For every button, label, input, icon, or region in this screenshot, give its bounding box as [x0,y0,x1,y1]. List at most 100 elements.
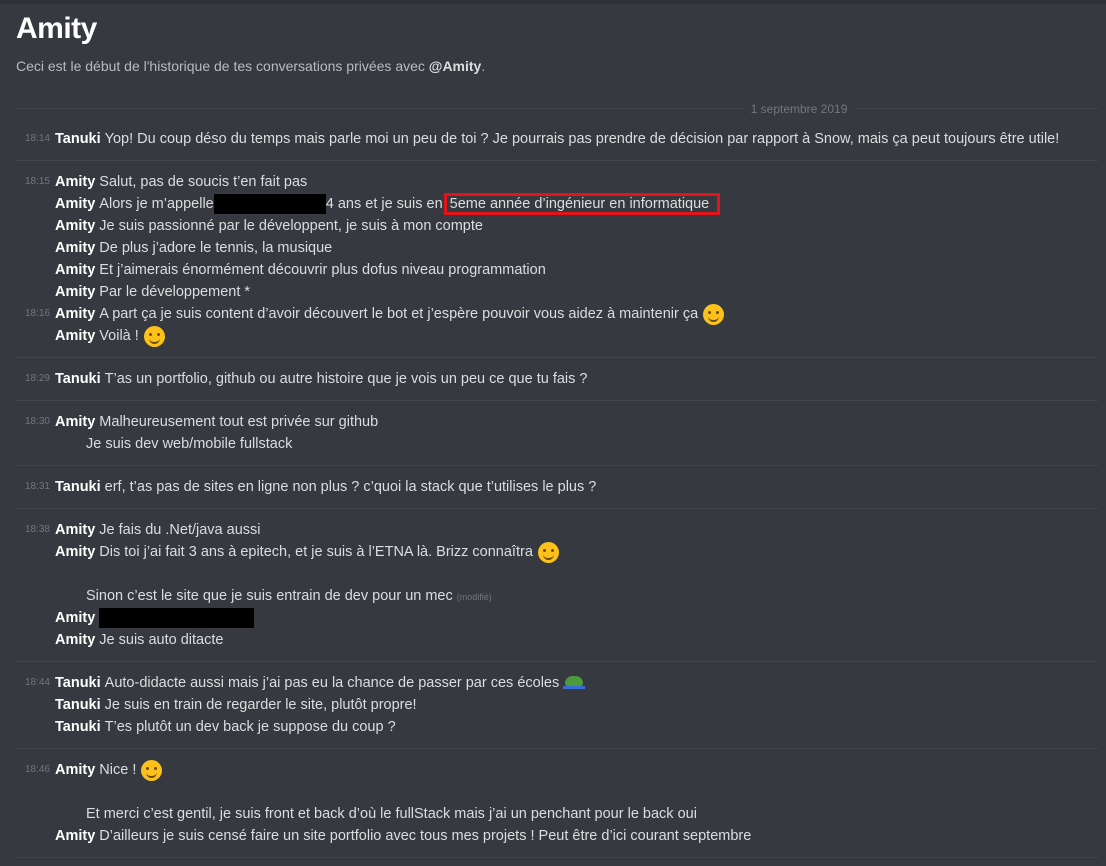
message-line[interactable] [16,781,1098,803]
message-line[interactable]: Je suis dev web/mobile fullstack [16,433,1098,455]
message-line[interactable]: Amity D’ailleurs je suis censé faire un s… [16,825,1098,847]
channel-intro: Ceci est le début de l'historique de tes… [16,58,485,74]
author-name[interactable]: Amity [55,762,95,778]
message-line[interactable]: 18:44 Tanuki Auto-didacte aussi mais j’ai … [16,672,1098,694]
message-body: Tanuki T’es plutôt un dev back je suppose… [55,716,396,738]
message-text: Et merci c’est gentil, je suis front et … [86,806,697,822]
message-group: 18:38 Amity Je fais du .Net/java aussi Amit… [16,509,1098,662]
message-body: Amity Alors je m’appelle 4 ans et je suis … [55,193,721,215]
message-group: 18:15 Amity Salut, pas de soucis t’en fait… [16,161,1098,358]
message-timestamp: 18:30 [24,416,50,427]
message-body: Amity [55,607,255,629]
date-divider: 1 septembre 2019 [16,102,1098,116]
message-line[interactable]: 18:38 Amity Je fais du .Net/java aussi [16,519,1098,541]
message-text: 4 ans et je suis en [325,196,447,212]
author-name[interactable]: Tanuki [55,697,101,713]
author-name[interactable]: Tanuki [55,479,101,495]
message-line[interactable]: 18:30 Amity Malheureusement tout est privé… [16,411,1098,433]
message-line[interactable]: Amity [16,607,1098,629]
edited-label: (modifié) [456,592,492,602]
message-line[interactable]: Et merci c’est gentil, je suis front et … [16,803,1098,825]
message-group: 18:31 Tanuki erf, t’as pas de sites en lig… [16,466,1098,509]
intro-text: Ceci est le début de l'historique de tes… [16,58,429,74]
author-name[interactable]: Amity [55,196,95,212]
author-name[interactable]: Amity [55,306,95,322]
message-body: Et merci c’est gentil, je suis front et … [55,803,697,825]
message-body: Tanuki Yop! Du coup déso du temps mais pa… [55,128,1059,150]
redacted-block [213,194,326,215]
message-body: Tanuki T’as un portfolio, github ou autre… [55,368,588,390]
message-line[interactable]: Sinon c’est le site que je suis entrain … [16,585,1098,607]
message-line[interactable]: Tanuki Je suis en train de regarder le si… [16,694,1098,716]
message-body: Amity Je fais du .Net/java aussi [55,519,261,541]
author-name[interactable]: Amity [55,610,95,626]
message-text: Alors je m’appelle [99,196,214,212]
message-group: 18:46 Amity Nice ! Et merci c’est gentil, j… [16,749,1098,858]
message-line[interactable]: Amity Et j’aimerais énormément découvrir … [16,259,1098,281]
message-text: Et j’aimerais énormément découvrir plus … [99,262,546,278]
message-line[interactable]: Amity Je suis passionné par le développen… [16,215,1098,237]
message-line[interactable]: Amity Dis toi j’ai fait 3 ans à epitech, … [16,541,1098,563]
author-name[interactable]: Amity [55,240,95,256]
message-line[interactable]: Amity Voilà ! [16,325,1098,347]
message-line[interactable]: Amity Alors je m’appelle 4 ans et je suis … [16,193,1098,215]
message-line[interactable]: Amity De plus j’adore le tennis, la musiq… [16,237,1098,259]
user-mention[interactable]: @Amity [429,58,482,74]
message-timestamp: 18:46 [24,764,50,775]
message-text: Sinon c’est le site que je suis entrain … [86,588,453,604]
grin-emoji [143,325,165,347]
author-name[interactable]: Amity [55,414,95,430]
author-name[interactable]: Amity [55,328,95,344]
message-timestamp: 18:14 [24,133,50,144]
date-label: 1 septembre 2019 [742,102,856,116]
message-group: 18:44 Tanuki Auto-didacte aussi mais j’ai … [16,662,1098,749]
author-name[interactable]: Amity [55,522,95,538]
message-text: De plus j’adore le tennis, la musique [99,240,333,256]
message-line[interactable]: Amity Par le développement * [16,281,1098,303]
author-name[interactable]: Amity [55,828,95,844]
author-name[interactable]: Tanuki [55,719,101,735]
author-name[interactable]: Tanuki [55,675,101,691]
message-body: Amity A part ça je suis content d’avoir d… [55,303,725,325]
message-text: erf, t’as pas de sites en ligne non plus… [104,479,597,495]
message-group: 18:30 Amity Malheureusement tout est privé… [16,401,1098,466]
intro-period: . [481,58,486,74]
message-body: Amity D’ailleurs je suis censé faire un s… [55,825,751,847]
message-text: Yop! Du coup déso du temps mais parle mo… [104,131,1060,147]
message-line[interactable]: 18:29 Tanuki T’as un portfolio, github ou … [16,368,1098,390]
message-text: Je fais du .Net/java aussi [99,522,261,538]
message-line[interactable]: Tanuki T’es plutôt un dev back je suppose… [16,716,1098,738]
message-line[interactable]: 18:16 Amity A part ça je suis content d’av… [16,303,1098,325]
message-group: 18:29 Tanuki T’as un portfolio, github ou … [16,358,1098,401]
author-name[interactable]: Amity [55,632,95,648]
message-line[interactable]: 18:15 Amity Salut, pas de soucis t’en fait… [16,171,1098,193]
message-body: Sinon c’est le site que je suis entrain … [55,585,492,608]
top-bar [0,0,1106,4]
message-text: Auto-didacte aussi mais j’ai pas eu la c… [104,675,560,691]
author-name[interactable]: Tanuki [55,131,101,147]
message-body: Tanuki Je suis en train de regarder le si… [55,694,417,716]
author-name[interactable]: Amity [55,284,95,300]
message-body: Amity Je suis passionné par le développen… [55,215,483,237]
message-text: Je suis auto ditacte [99,632,224,648]
message-body: Tanuki Auto-didacte aussi mais j’ai pas e… [55,672,586,694]
message-line[interactable]: 18:14 Tanuki Yop! Du coup déso du temps ma… [16,128,1098,150]
message-body: Amity Je suis auto ditacte [55,629,223,651]
highlighted-text: 5eme année d’ingénieur en informatique [443,193,721,215]
wink-emoji [703,303,725,325]
author-name[interactable]: Amity [55,218,95,234]
message-timestamp: 18:38 [24,524,50,535]
message-body: Amity Malheureusement tout est privée sur… [55,411,378,433]
author-name[interactable]: Amity [55,544,95,560]
message-line[interactable]: 18:46 Amity Nice ! [16,759,1098,781]
author-name[interactable]: Amity [55,174,95,190]
message-text: D’ailleurs je suis censé faire un site p… [99,828,752,844]
message-list[interactable]: 18:14 Tanuki Yop! Du coup déso du temps ma… [0,118,1106,858]
message-line[interactable]: 18:31 Tanuki erf, t’as pas de sites en lig… [16,476,1098,498]
author-name[interactable]: Tanuki [55,371,101,387]
author-name[interactable]: Amity [55,262,95,278]
message-body: Amity Salut, pas de soucis t’en fait pas [55,171,307,193]
message-line[interactable]: Amity Je suis auto ditacte [16,629,1098,651]
message-body: Amity Par le développement * [55,281,250,303]
message-line[interactable] [16,563,1098,585]
